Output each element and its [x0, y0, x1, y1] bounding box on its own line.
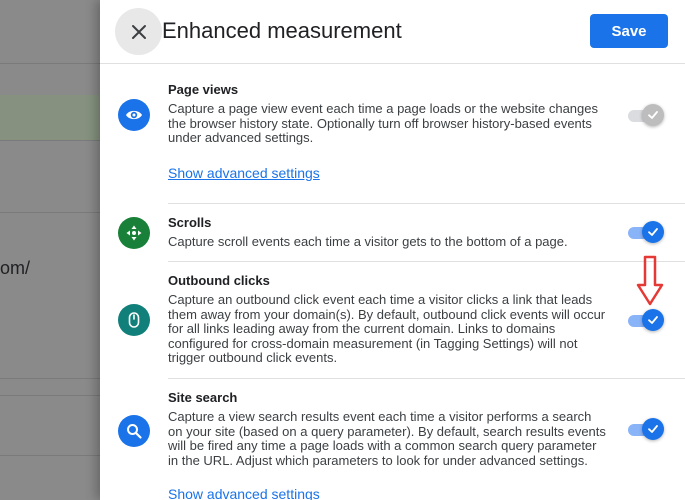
panel-title: Enhanced measurement [162, 18, 402, 43]
page-views-advanced-settings-link[interactable]: Show advanced settings [168, 165, 320, 181]
scrolls-icon-badge [118, 217, 150, 249]
background-highlight-row [0, 95, 100, 140]
scroll-icon [126, 225, 142, 241]
eye-icon [126, 110, 142, 120]
background-divider [0, 395, 100, 396]
page-views-title: Page views [168, 82, 239, 97]
panel-header: Enhanced measurement Save [100, 0, 685, 64]
background-partial-text: om/ [0, 258, 31, 278]
mouse-icon [128, 312, 140, 328]
close-icon [131, 24, 146, 39]
site-search-icon-badge [118, 415, 150, 447]
check-icon [648, 111, 658, 119]
enhanced-measurement-panel: Enhanced measurement Save Page views Cap… [100, 0, 685, 500]
toggle-knob [642, 418, 664, 440]
page-views-icon-badge [118, 99, 150, 131]
toggle-knob [642, 221, 664, 243]
scrolls-description: Capture scroll events each time a visito… [168, 234, 568, 249]
background-divider [0, 212, 100, 213]
page-views-description: Capture a page view event each time a pa… [168, 101, 598, 145]
check-icon [648, 228, 658, 236]
section-divider [168, 203, 685, 204]
background-divider [0, 378, 100, 379]
toggle-knob [642, 309, 664, 331]
site-search-title: Site search [168, 390, 238, 405]
scrolls-toggle[interactable] [628, 221, 664, 245]
annotation-arrow-icon [636, 255, 664, 306]
background-divider [0, 455, 100, 456]
check-icon [648, 425, 658, 433]
background-divider [0, 63, 100, 64]
outbound-clicks-title: Outbound clicks [168, 273, 270, 288]
save-button[interactable]: Save [590, 14, 668, 48]
page-views-toggle[interactable] [628, 104, 664, 128]
search-icon [127, 424, 142, 439]
background-divider [0, 140, 100, 141]
section-divider [168, 378, 685, 379]
close-button[interactable] [115, 8, 162, 55]
check-icon [648, 316, 658, 324]
site-search-description: Capture a view search results event each… [168, 409, 606, 468]
site-search-toggle[interactable] [628, 418, 664, 442]
background-page: om/ [0, 0, 100, 500]
outbound-clicks-icon-badge [118, 304, 150, 336]
toggle-knob [642, 104, 664, 126]
scrolls-title: Scrolls [168, 215, 212, 230]
section-divider [168, 261, 685, 262]
site-search-advanced-settings-link[interactable]: Show advanced settings [168, 486, 320, 500]
outbound-clicks-toggle[interactable] [628, 309, 664, 333]
outbound-clicks-description: Capture an outbound click event each tim… [168, 292, 606, 365]
